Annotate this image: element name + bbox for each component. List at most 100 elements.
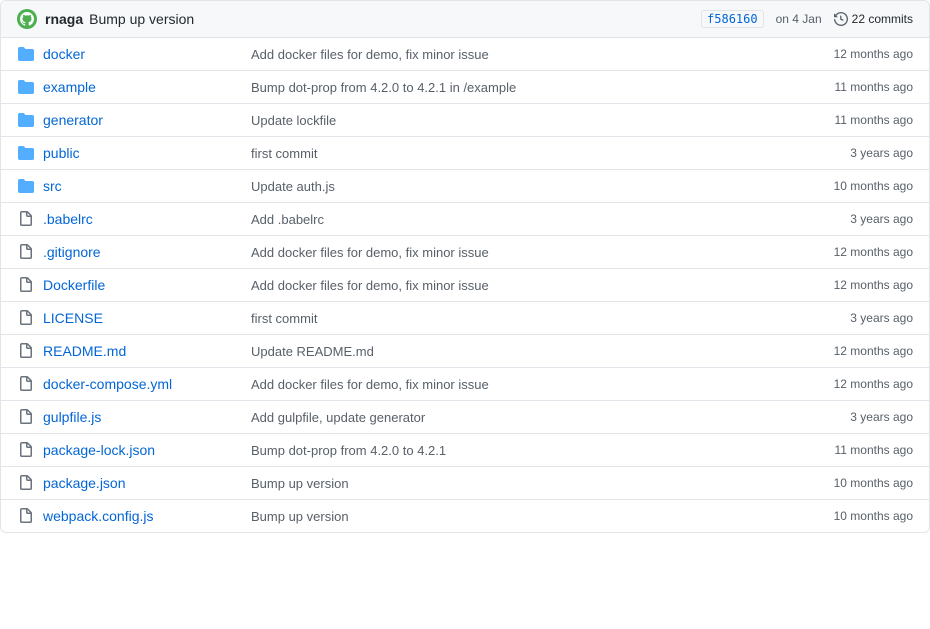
file-name[interactable]: example bbox=[43, 79, 243, 95]
header-row: rnaga Bump up version f586160 on 4 Jan 2… bbox=[1, 1, 929, 38]
file-name[interactable]: webpack.config.js bbox=[43, 508, 243, 524]
file-icon bbox=[18, 244, 34, 260]
commits-link[interactable]: 22 commits bbox=[834, 12, 913, 26]
file-icon bbox=[18, 475, 34, 491]
file-commit-message: Bump dot-prop from 4.2.0 to 4.2.1 bbox=[251, 443, 785, 458]
file-name[interactable]: .gitignore bbox=[43, 244, 243, 260]
file-name[interactable]: LICENSE bbox=[43, 310, 243, 326]
file-icon bbox=[18, 343, 34, 359]
file-icon bbox=[17, 210, 35, 228]
file-name[interactable]: generator bbox=[43, 112, 243, 128]
file-icon bbox=[18, 442, 34, 458]
file-commit-message: first commit bbox=[251, 311, 785, 326]
file-name[interactable]: package.json bbox=[43, 475, 243, 491]
file-commit-message: Add gulpfile, update generator bbox=[251, 410, 785, 425]
folder-icon bbox=[17, 177, 35, 195]
file-icon bbox=[17, 342, 35, 360]
file-commit-message: Bump up version bbox=[251, 476, 785, 491]
file-commit-message: Add .babelrc bbox=[251, 212, 785, 227]
table-row: .gitignore Add docker files for demo, fi… bbox=[1, 236, 929, 269]
file-icon bbox=[17, 276, 35, 294]
file-time: 12 months ago bbox=[793, 47, 913, 61]
header-right: f586160 on 4 Jan 22 commits bbox=[701, 10, 913, 28]
file-commit-message: Update README.md bbox=[251, 344, 785, 359]
table-row: generator Update lockfile 11 months ago bbox=[1, 104, 929, 137]
commit-hash[interactable]: f586160 bbox=[701, 10, 764, 28]
folder-icon bbox=[18, 178, 34, 194]
table-row: example Bump dot-prop from 4.2.0 to 4.2.… bbox=[1, 71, 929, 104]
folder-icon bbox=[18, 46, 34, 62]
folder-icon bbox=[17, 45, 35, 63]
file-commit-message: Add docker files for demo, fix minor iss… bbox=[251, 245, 785, 260]
file-commit-message: Update auth.js bbox=[251, 179, 785, 194]
user-avatar bbox=[17, 9, 37, 29]
file-icon bbox=[18, 508, 34, 524]
file-time: 3 years ago bbox=[793, 146, 913, 160]
clock-icon bbox=[834, 12, 848, 26]
table-row: README.md Update README.md 12 months ago bbox=[1, 335, 929, 368]
file-time: 11 months ago bbox=[793, 113, 913, 127]
file-name[interactable]: src bbox=[43, 178, 243, 194]
folder-icon bbox=[18, 79, 34, 95]
table-row: .babelrc Add .babelrc 3 years ago bbox=[1, 203, 929, 236]
table-row: gulpfile.js Add gulpfile, update generat… bbox=[1, 401, 929, 434]
file-commit-message: Add docker files for demo, fix minor iss… bbox=[251, 377, 785, 392]
file-icon bbox=[17, 474, 35, 492]
file-time: 3 years ago bbox=[793, 410, 913, 424]
file-name[interactable]: package-lock.json bbox=[43, 442, 243, 458]
file-icon bbox=[17, 243, 35, 261]
file-time: 12 months ago bbox=[793, 245, 913, 259]
file-time: 3 years ago bbox=[793, 311, 913, 325]
file-icon bbox=[18, 409, 34, 425]
file-commit-message: Update lockfile bbox=[251, 113, 785, 128]
table-row: package-lock.json Bump dot-prop from 4.2… bbox=[1, 434, 929, 467]
table-row: LICENSE first commit 3 years ago bbox=[1, 302, 929, 335]
table-row: src Update auth.js 10 months ago bbox=[1, 170, 929, 203]
file-commit-message: Add docker files for demo, fix minor iss… bbox=[251, 278, 785, 293]
file-time: 12 months ago bbox=[793, 344, 913, 358]
file-time: 10 months ago bbox=[793, 476, 913, 490]
file-name[interactable]: docker-compose.yml bbox=[43, 376, 243, 392]
folder-icon bbox=[18, 145, 34, 161]
file-icon bbox=[18, 376, 34, 392]
file-time: 11 months ago bbox=[793, 80, 913, 94]
folder-icon bbox=[17, 111, 35, 129]
file-time: 3 years ago bbox=[793, 212, 913, 226]
file-name[interactable]: gulpfile.js bbox=[43, 409, 243, 425]
file-commit-message: Bump up version bbox=[251, 509, 785, 524]
table-row: webpack.config.js Bump up version 10 mon… bbox=[1, 500, 929, 532]
file-name[interactable]: docker bbox=[43, 46, 243, 62]
commit-date: on 4 Jan bbox=[776, 12, 822, 26]
file-icon bbox=[17, 441, 35, 459]
file-rows-container: docker Add docker files for demo, fix mi… bbox=[1, 38, 929, 532]
table-row: Dockerfile Add docker files for demo, fi… bbox=[1, 269, 929, 302]
folder-icon bbox=[17, 144, 35, 162]
table-row: package.json Bump up version 10 months a… bbox=[1, 467, 929, 500]
file-name[interactable]: README.md bbox=[43, 343, 243, 359]
file-time: 12 months ago bbox=[793, 278, 913, 292]
file-commit-message: Bump dot-prop from 4.2.0 to 4.2.1 in /ex… bbox=[251, 80, 785, 95]
table-row: docker Add docker files for demo, fix mi… bbox=[1, 38, 929, 71]
file-icon bbox=[17, 309, 35, 327]
file-icon bbox=[17, 507, 35, 525]
file-name[interactable]: Dockerfile bbox=[43, 277, 243, 293]
table-row: docker-compose.yml Add docker files for … bbox=[1, 368, 929, 401]
folder-icon bbox=[17, 78, 35, 96]
file-commit-message: Add docker files for demo, fix minor iss… bbox=[251, 47, 785, 62]
commits-count: 22 commits bbox=[852, 12, 913, 26]
file-commit-message: first commit bbox=[251, 146, 785, 161]
repo-table: rnaga Bump up version f586160 on 4 Jan 2… bbox=[0, 0, 930, 533]
commit-info: rnaga Bump up version bbox=[45, 11, 693, 27]
file-time: 11 months ago bbox=[793, 443, 913, 457]
file-name[interactable]: public bbox=[43, 145, 243, 161]
table-row: public first commit 3 years ago bbox=[1, 137, 929, 170]
file-time: 10 months ago bbox=[793, 179, 913, 193]
commit-message: Bump up version bbox=[89, 11, 194, 27]
file-time: 12 months ago bbox=[793, 377, 913, 391]
file-icon bbox=[17, 375, 35, 393]
commit-user[interactable]: rnaga bbox=[45, 11, 83, 27]
file-time: 10 months ago bbox=[793, 509, 913, 523]
file-name[interactable]: .babelrc bbox=[43, 211, 243, 227]
folder-icon bbox=[18, 112, 34, 128]
file-icon bbox=[17, 408, 35, 426]
